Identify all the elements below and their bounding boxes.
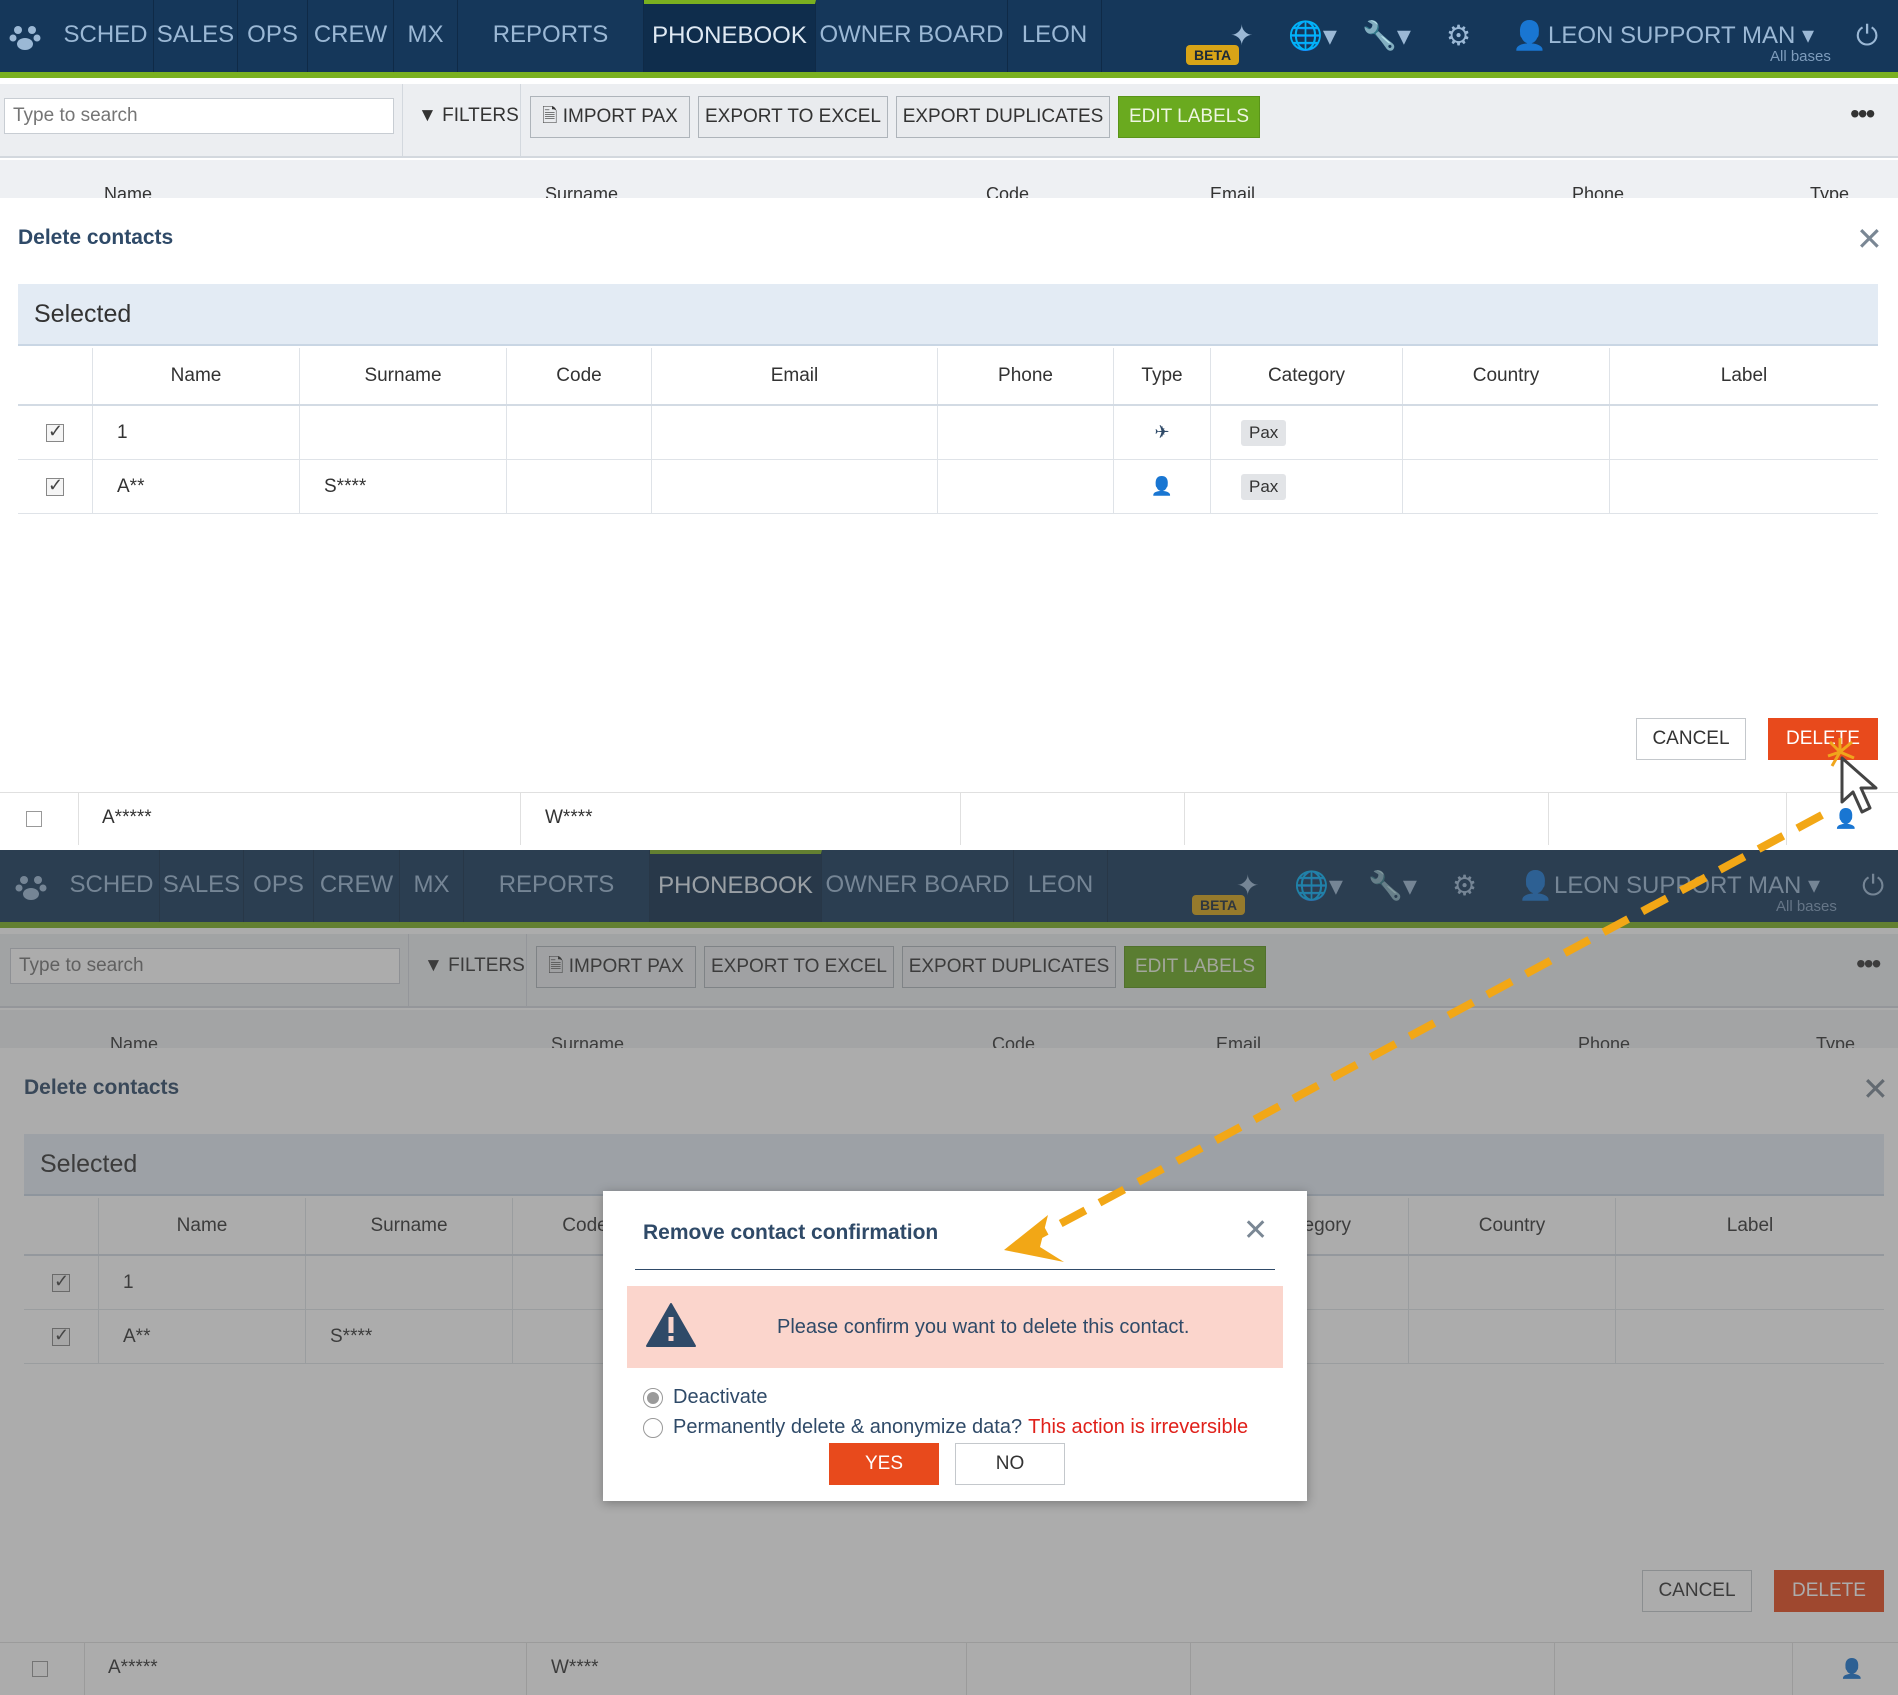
user-name[interactable]: LEON SUPPORT [1548,20,1736,52]
delete-button[interactable]: DELETE [1768,718,1878,760]
row-checkbox[interactable] [46,421,64,442]
col-surname[interactable]: Surname [299,348,506,404]
filter-icon: ▼ [418,105,437,126]
person-icon: 👤 [1150,476,1174,496]
col-code[interactable]: Code [506,348,651,404]
table-row[interactable]: A***** W**** 👤 [0,792,1898,845]
permanent-delete-radio[interactable] [643,1417,663,1438]
nav-leon[interactable]: LEON [1008,0,1102,72]
permanent-delete-option[interactable]: Permanently delete & anonymize data? Thi… [643,1416,1248,1439]
power-icon[interactable]: ⏻ [1856,20,1878,52]
col-name[interactable]: Name [92,348,299,404]
nav-ops[interactable]: OPS [238,0,308,72]
gear-icon[interactable]: ⚙ [1446,20,1471,52]
more-icon[interactable]: ••• [1850,98,1875,130]
deactivate-radio[interactable] [643,1387,663,1408]
nav-reports[interactable]: REPORTS [458,0,644,72]
row-name: A** [92,460,299,513]
modal-title: Delete contacts [18,226,174,249]
export-duplicates-button[interactable]: EXPORT DUPLICATES [896,96,1110,138]
delete-contacts-modal: Delete contacts ✕ Selected Name Surname … [0,198,1898,792]
dialog-title: Remove contact confirmation [643,1221,939,1244]
irreversible-warning: This action is irreversible [1028,1416,1249,1438]
category-chip: Pax [1241,419,1287,446]
category-chip: Pax [1241,473,1287,500]
row-surname: S**** [299,460,506,513]
nav-phonebook[interactable]: PHONEBOOK [644,0,816,72]
col-category[interactable]: Category [1210,348,1402,404]
base-subtitle: All bases [1770,48,1831,65]
table-row[interactable]: A** S**** 👤 Pax [18,460,1878,514]
row-surname [299,406,506,459]
col-email[interactable]: Email [651,348,937,404]
row-name: 1 [92,406,299,459]
row-name: A***** [102,807,152,828]
close-icon[interactable]: ✕ [1856,220,1883,258]
col-phone[interactable]: Phone [937,348,1113,404]
nav-crew[interactable]: CREW [308,0,394,72]
excel-file-icon: 🗎 [542,106,558,127]
nav-owner-board[interactable]: OWNER BOARD [816,0,1008,72]
warning-alert: Please confirm you want to delete this c… [627,1286,1283,1368]
nav-sched[interactable]: SCHED [58,0,154,72]
export-excel-button[interactable]: EXPORT TO EXCEL [698,96,888,138]
col-type[interactable]: Type [1113,348,1210,404]
selected-section: Selected [18,284,1878,346]
cancel-button[interactable]: CANCEL [1636,718,1746,760]
no-button[interactable]: NO [955,1443,1065,1485]
screenshot-before: SCHED SALES OPS CREW MX REPORTS PHONEBOO… [0,0,1898,845]
warning-icon [646,1303,696,1347]
deactivate-option[interactable]: Deactivate [643,1386,768,1409]
beta-badge: BETA [1186,45,1240,65]
globe-icon[interactable]: 🌐▾ [1288,20,1337,52]
table-row[interactable]: 1 ✈ Pax [18,406,1878,460]
top-navbar: SCHED SALES OPS CREW MX REPORTS PHONEBOO… [0,0,1898,78]
search-input[interactable] [4,98,394,134]
col-country[interactable]: Country [1402,348,1609,404]
import-pax-button[interactable]: 🗎 IMPORT PAX [530,96,690,138]
background-table-header: Name Surname Code Email Phone Type [0,160,1898,204]
user-icon: 👤 [1512,20,1547,51]
edit-labels-button[interactable]: EDIT LABELS [1118,96,1260,138]
yes-button[interactable]: YES [829,1443,939,1485]
grid-header-row: Name Surname Code Email Phone Type Categ… [18,348,1878,406]
filters-button[interactable]: ▼ FILTERS [418,96,519,138]
toolbar: ▼ FILTERS 🗎 IMPORT PAX EXPORT TO EXCEL E… [0,84,1898,158]
nav-mx[interactable]: MX [394,0,458,72]
wrench-icon[interactable]: 🔧▾ [1362,20,1411,52]
remove-contact-dialog: Remove contact confirmation ✕ Please con… [603,1191,1307,1501]
col-label[interactable]: Label [1609,348,1878,404]
alert-message: Please confirm you want to delete this c… [777,1316,1190,1338]
paw-logo-icon[interactable] [8,20,42,54]
row-checkbox[interactable] [46,475,64,496]
row-checkbox[interactable] [26,811,42,827]
screenshot-after: SCHED SALES OPS CREW MX REPORTS PHONEBOO… [0,850,1898,1695]
person-icon: 👤 [1834,809,1858,830]
row-surname: W**** [545,807,593,828]
nav-sales[interactable]: SALES [154,0,238,72]
close-icon[interactable]: ✕ [1243,1213,1268,1248]
aircraft-icon: ✈ [1154,422,1170,442]
